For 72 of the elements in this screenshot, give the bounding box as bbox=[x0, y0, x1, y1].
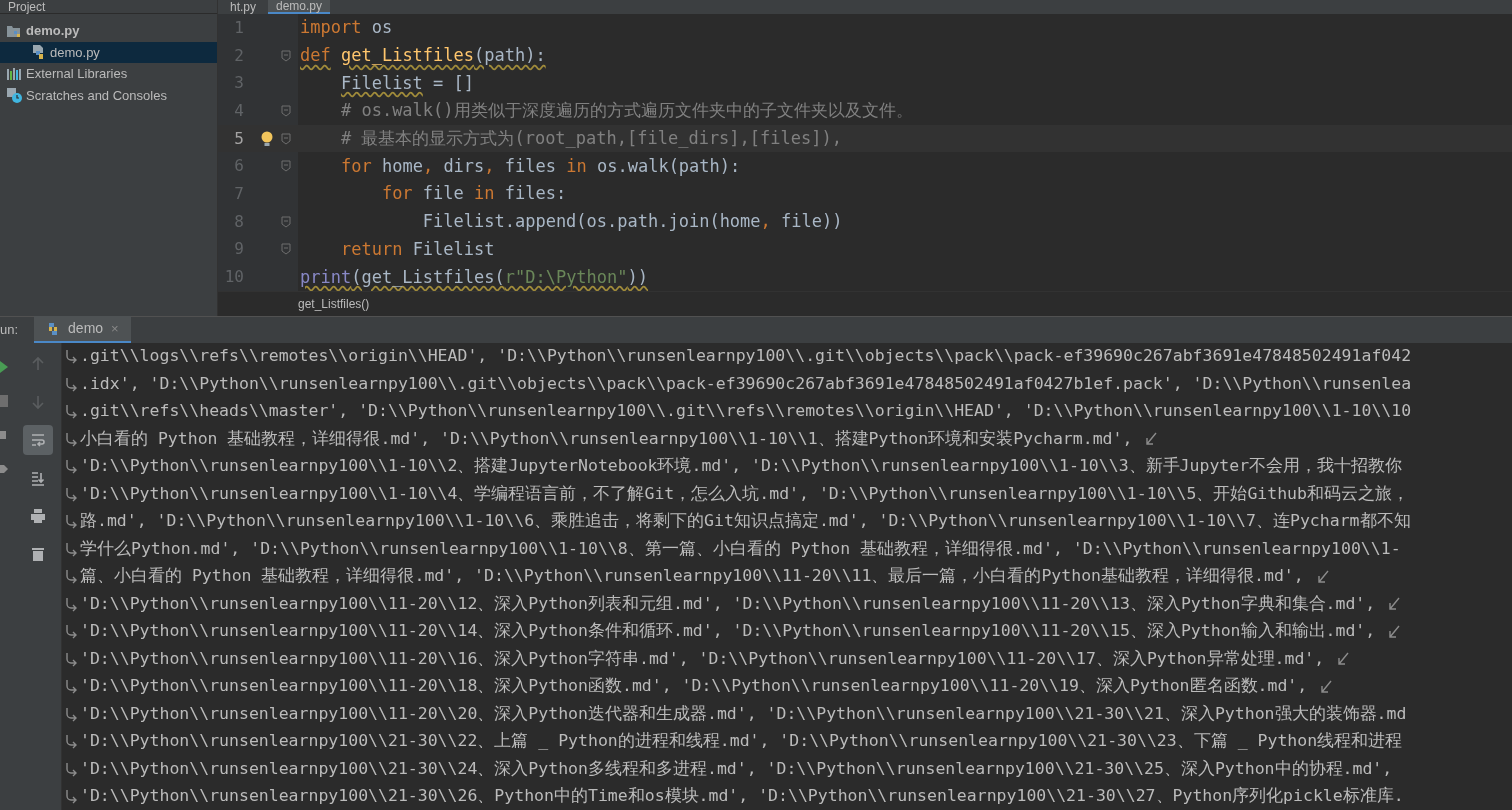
wrap-start-icon bbox=[65, 734, 78, 750]
wrap-start-icon bbox=[65, 569, 78, 585]
libraries-icon bbox=[6, 65, 22, 82]
soft-wrap-icon bbox=[29, 431, 46, 448]
wrap-start-icon bbox=[65, 624, 78, 640]
output-line: 小白看的 Python 基础教程，详细得很.md', 'D:\\Python\\runsenlearnpy100\\1-10\\1、搭建Python环境和安装Pycharm.md', bbox=[80, 427, 1134, 450]
output-line: 'D:\\Python\\runsenlearnpy100\\1-10\\4、学编程语言前，不了解Git，怎么入坑.md', 'D:\\Python\\runsenlearnpy100\\1-10\\5、开始Github和码云之旅， bbox=[80, 482, 1409, 505]
code-line: # 最基本的显示方式为(root_path,[file_dirs],[files]), bbox=[339, 127, 842, 151]
wrap-start-icon bbox=[65, 486, 78, 502]
wrap-start-icon bbox=[65, 514, 78, 530]
breadcrumb[interactable]: get_Listfiles() bbox=[298, 294, 370, 313]
panel-label: un: bbox=[0, 321, 20, 340]
wrap-start-icon bbox=[65, 349, 78, 365]
wrap-start-icon bbox=[65, 541, 78, 557]
output-line: 'D:\\Python\\runsenlearnpy100\\21-30\\24、深入Python多线程和多进程.md', 'D:\\Python\\runsenlearnpy100\\21-30\\25、深入Python中的协程.md', bbox=[80, 757, 1394, 780]
output-line: .git\\logs\\refs\\remotes\\origin\\HEAD', 'D:\\Python\\runsenlearnpy100\\.git\\objects\\pack\\pack-ef39690c267abf3691e47848502491af042 bbox=[80, 345, 1412, 368]
run-tab[interactable]: demo × bbox=[34, 316, 131, 344]
output-line: 'D:\\Python\\runsenlearnpy100\\11-20\\16、深入Python字符串.md', 'D:\\Python\\runsenlearnpy100\\11-20\\17、深入Python异常处理.md', bbox=[80, 647, 1326, 670]
fold-marker-icon[interactable] bbox=[281, 49, 291, 62]
stop-icon[interactable] bbox=[0, 394, 8, 407]
output-line: 'D:\\Python\\runsenlearnpy100\\11-20\\12、深入Python列表和元组.md', 'D:\\Python\\runsenlearnpy100\\11-20\\13、深入Python字典和集合.md', bbox=[80, 592, 1377, 615]
wrap-start-icon bbox=[65, 761, 78, 777]
wrap-start-icon bbox=[65, 459, 78, 475]
output-line: 'D:\\Python\\runsenlearnpy100\\11-20\\14、深入Python条件和循环.md', 'D:\\Python\\runsenlearnpy100\\11-20\\15、深入Python输入和输出.md', bbox=[80, 620, 1377, 643]
wrap-start-icon bbox=[65, 679, 78, 695]
tree-item[interactable]: External Libraries bbox=[0, 63, 217, 85]
wrap-start-icon bbox=[65, 789, 78, 805]
fold-marker-icon[interactable] bbox=[281, 243, 291, 256]
tree-item[interactable]: demo.py bbox=[0, 41, 217, 63]
wrap-start-icon bbox=[65, 431, 78, 447]
code-line: return Filelist bbox=[339, 237, 495, 261]
wrap-start-icon bbox=[65, 706, 78, 722]
code-line: for home, dirs, files in os.walk(path): bbox=[339, 154, 741, 178]
scroll-to-end-icon bbox=[29, 469, 46, 486]
code-line: Filelist = [] bbox=[339, 71, 475, 95]
code-line: import os bbox=[300, 16, 393, 40]
code-line: print(get_Listfiles(r"D:\Python")) bbox=[300, 265, 649, 289]
code-line: for file in files: bbox=[380, 182, 567, 206]
python-file-icon bbox=[30, 44, 46, 61]
output-line: 'D:\\Python\\runsenlearnpy100\\11-20\\20、深入Python迭代器和生成器.md', 'D:\\Python\\runsenlearnpy100\\21-30\\21、深入Python强大的装饰器.md bbox=[80, 702, 1407, 725]
down-arrow-icon bbox=[29, 393, 46, 410]
code-line: def get_Listfiles(path): bbox=[300, 44, 546, 68]
editor-tab[interactable]: demo.py bbox=[268, 0, 331, 14]
output-line: 篇、小白看的 Python 基础教程，详细得很.md', 'D:\\Python\\runsenlearnpy100\\11-20\\11、最后一篇，小白看的Python基础教程，详细得很.md', bbox=[80, 565, 1305, 588]
code-line: # os.walk()用类似于深度遍历的方式遍历文件夹中的子文件夹以及文件。 bbox=[339, 99, 913, 123]
wrap-start-icon bbox=[65, 596, 78, 612]
trash-icon bbox=[29, 545, 46, 562]
run-icon[interactable] bbox=[0, 360, 8, 373]
tree-item[interactable]: demo.py bbox=[0, 20, 217, 42]
output-line: 路.md', 'D:\\Python\\runsenlearnpy100\\1-10\\6、乘胜追击，将剩下的Git知识点搞定.md', 'D:\\Python\\runsenlearnpy100\\1-10\\7、连Pycharm都不知 bbox=[80, 510, 1411, 533]
clock-file-icon bbox=[6, 87, 22, 104]
tree-item[interactable]: Scratches and Consoles bbox=[0, 84, 217, 106]
wrap-start-icon bbox=[65, 651, 78, 667]
print-icon bbox=[29, 507, 46, 524]
fold-marker-icon[interactable] bbox=[281, 132, 291, 145]
fold-marker-icon[interactable] bbox=[281, 104, 291, 117]
soft-wrap-button[interactable] bbox=[22, 424, 53, 455]
output-line: .git\\refs\\heads\\master', 'D:\\Python\\runsenlearnpy100\\.git\\refs\\remotes\\origin\\HEAD', 'D:\\Python\\runsenlearnpy100\\1-10\\10 bbox=[80, 400, 1412, 423]
editor-tab[interactable]: ht.py bbox=[222, 0, 264, 14]
output-line: 'D:\\Python\\runsenlearnpy100\\21-30\\22、上篇 _ Python的进程和线程.md', 'D:\\Python\\runsenlearnpy100\\21-30\\23、下篇 _ Python线程和进程 bbox=[80, 730, 1403, 753]
output-line: 'D:\\Python\\runsenlearnpy100\\11-20\\18、深入Python函数.md', 'D:\\Python\\runsenlearnpy100\\11-20\\19、深入Python匿名函数.md', bbox=[80, 675, 1309, 698]
wrap-start-icon bbox=[65, 376, 78, 392]
output-line: .idx', 'D:\\Python\\runsenlearnpy100\\.git\\objects\\pack\\pack-ef39690c267abf3691e47848502491af0427b1ef.pack', 'D:\\Python\\runsenlea bbox=[80, 372, 1412, 395]
output-line: 学什么Python.md', 'D:\\Python\\runsenlearnpy100\\1-10\\8、第一篇、小白看的 Python 基础教程，详细得很.md', 'D:\\Python\\runsenlearnpy100\\1- bbox=[80, 537, 1401, 560]
output-line: 'D:\\Python\\runsenlearnpy100\\21-30\\26、Python中的Time和os模块.md', 'D:\\Python\\runsenlearnpy100\\21-30\\27、Python序列化pickle标准库. bbox=[80, 785, 1404, 808]
panel-title[interactable]: Project bbox=[0, 1, 46, 13]
line-number: 5 bbox=[233, 127, 244, 150]
fold-marker-icon[interactable] bbox=[281, 160, 291, 173]
output-line: 'D:\\Python\\runsenlearnpy100\\1-10\\2、搭建JupyterNotebook环境.md', 'D:\\Python\\runsenlearnpy100\\1-10\\3、新手Jupyter不会用，我十招教你 bbox=[80, 455, 1403, 478]
code-line: Filelist.append(os.path.join(home, file)) bbox=[421, 210, 843, 234]
wrap-start-icon bbox=[65, 404, 78, 420]
fold-marker-icon[interactable] bbox=[281, 215, 291, 228]
